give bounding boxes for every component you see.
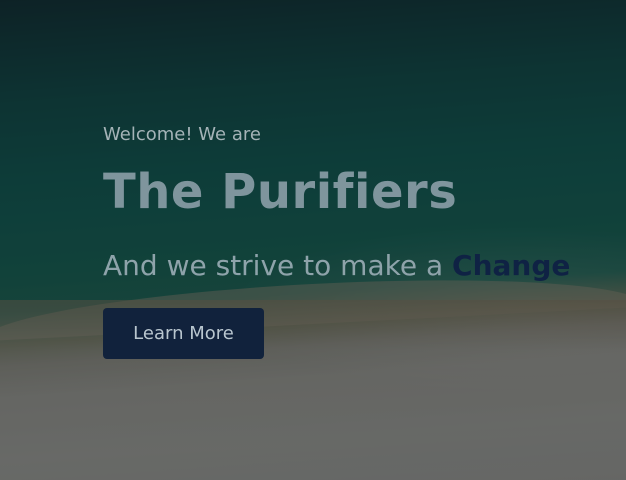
tagline: And we strive to make a Change: [103, 249, 570, 282]
hero-content: Welcome! We are The Purifiers And we str…: [103, 0, 626, 480]
tagline-accent: Change: [452, 249, 571, 282]
learn-more-button[interactable]: Learn More: [103, 308, 264, 359]
welcome-text: Welcome! We are: [103, 124, 261, 145]
page-title: The Purifiers: [103, 164, 458, 220]
tagline-prefix: And we strive to make a: [103, 249, 453, 282]
